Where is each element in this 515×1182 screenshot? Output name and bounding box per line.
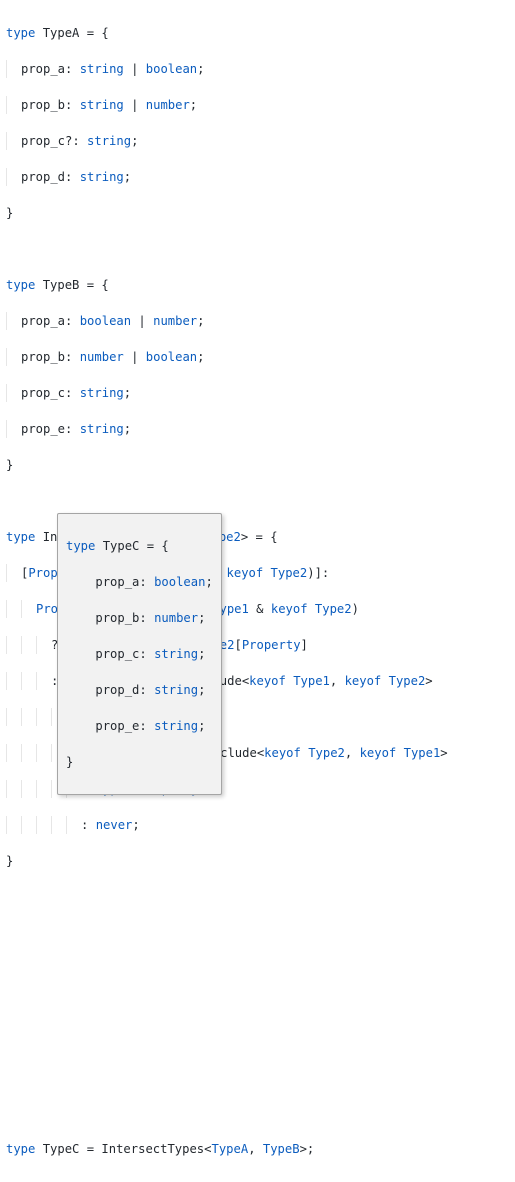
- typeb-prop: prop_c: string;: [6, 384, 509, 402]
- typeb-prop: prop_e: string;: [6, 420, 509, 438]
- intersect-never: : never;: [6, 816, 509, 834]
- hover-tooltip: type TypeC = { prop_a: boolean; prop_b: …: [57, 513, 222, 795]
- typea-close: }: [6, 204, 509, 222]
- typea-name: TypeA: [43, 26, 80, 40]
- typea-prop: prop_a: string | boolean;: [6, 60, 509, 78]
- tooltip-prop: prop_e: string;: [66, 717, 213, 735]
- typeb-prop: prop_b: number | boolean;: [6, 348, 509, 366]
- typea-prop: prop_d: string;: [6, 168, 509, 186]
- tooltip-close: }: [66, 753, 213, 771]
- kw-type: type: [6, 26, 35, 40]
- intersect-close: }: [6, 852, 509, 870]
- typeb-decl: type TypeB = {: [6, 276, 509, 294]
- tooltip-decl: type TypeC = {: [66, 537, 213, 555]
- tooltip-prop: prop_a: boolean;: [66, 573, 213, 591]
- typec-decl: type TypeC = IntersectTypes<TypeA, TypeB…: [6, 1140, 509, 1158]
- typeb-prop: prop_a: boolean | number;: [6, 312, 509, 330]
- tooltip-prop: prop_b: number;: [66, 609, 213, 627]
- typea-decl: type TypeA = {: [6, 24, 509, 42]
- tooltip-prop: prop_d: string;: [66, 681, 213, 699]
- typeb-close: }: [6, 456, 509, 474]
- typea-prop: prop_b: string | number;: [6, 96, 509, 114]
- typea-prop: prop_c?: string;: [6, 132, 509, 150]
- tooltip-prop: prop_c: string;: [66, 645, 213, 663]
